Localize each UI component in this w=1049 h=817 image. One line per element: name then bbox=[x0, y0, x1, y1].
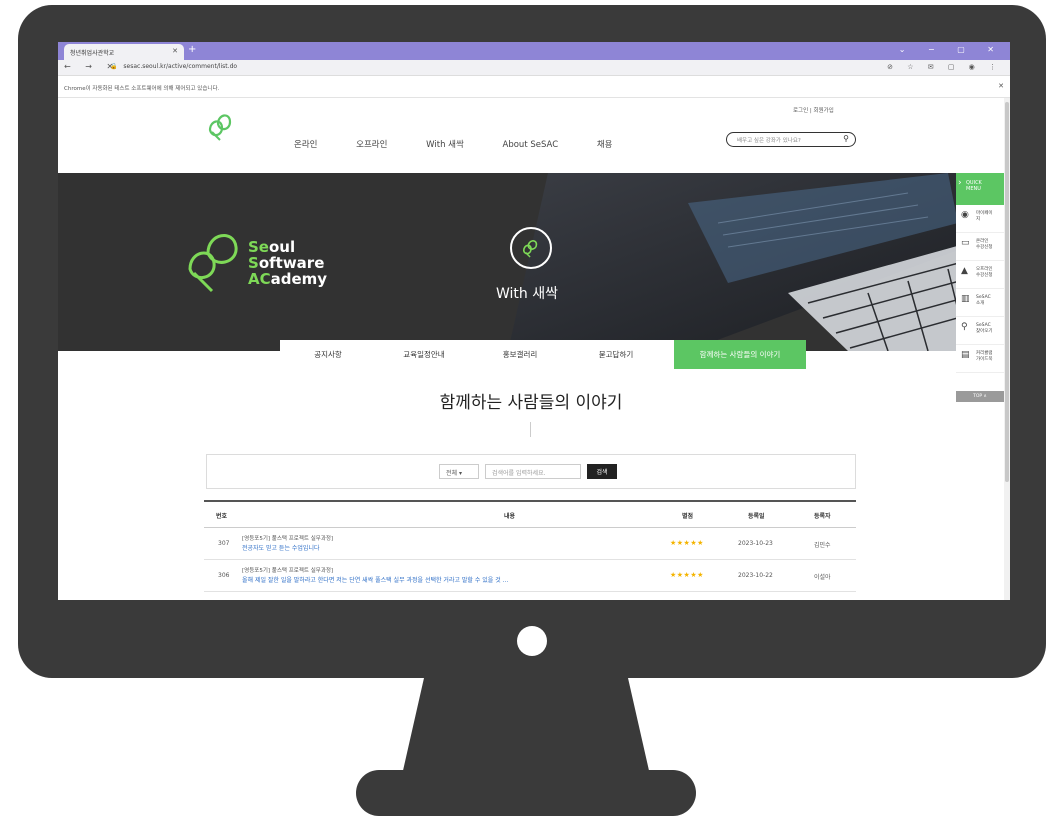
login-signup-links[interactable]: 로그인 | 회원가입 bbox=[793, 106, 834, 114]
search-button[interactable]: 검색 bbox=[587, 464, 617, 479]
lock-icon: 🔒 bbox=[110, 63, 118, 70]
col-number: 번호 bbox=[216, 513, 228, 520]
user-icon: ◉ bbox=[961, 210, 969, 220]
sub-navigation: 공지사항 교육일정안내 홍보갤러리 묻고답하기 함께하는 사람들의 이야기 bbox=[280, 340, 806, 369]
quick-offline-apply[interactable]: ▲ 오프라인 수강신청 bbox=[956, 261, 1004, 289]
search-icon[interactable]: ⚲ bbox=[843, 134, 849, 143]
subnav-notice[interactable]: 공지사항 bbox=[280, 340, 376, 369]
quick-sesac-intro[interactable]: ▥ SeSAC 소개 bbox=[956, 289, 1004, 317]
screen: 청년취업사관학교 ✕ + ⌄ − ▢ ✕ ← → ✕ 🔒 sesac.seoul… bbox=[58, 42, 1010, 600]
review-table: 번호 내용 별점 등록일 등록자 307 [영등포5기] 풀스택 프로젝트 실무… bbox=[204, 500, 856, 592]
scroll-top-button[interactable]: TOP ∧ bbox=[956, 391, 1004, 402]
browser-toolbar-icons[interactable]: ⊘ ☆ ✉ ▢ ◉ ⋮ bbox=[887, 63, 1002, 71]
page-scrollbar[interactable] bbox=[1004, 98, 1010, 600]
chevron-right-icon: › bbox=[958, 178, 962, 188]
nav-about-sesac[interactable]: About SeSAC bbox=[503, 140, 559, 150]
browser-tab[interactable]: 청년취업사관학교 ✕ bbox=[64, 44, 184, 60]
row-rating-stars: ★★★★★ bbox=[670, 539, 704, 547]
infobar-message: Chrome이 자동화된 테스트 소프트웨어에 의해 제어되고 있습니다. bbox=[64, 86, 220, 92]
url-text: sesac.seoul.kr/active/comment/list.do bbox=[123, 63, 238, 70]
row-number: 306 bbox=[218, 572, 230, 579]
book-icon: ▤ bbox=[961, 350, 970, 360]
subnav-stories[interactable]: 함께하는 사람들의 이야기 bbox=[674, 340, 806, 369]
close-tab-icon[interactable]: ✕ bbox=[172, 47, 178, 55]
brand-wordmark: Seoul Software ACademy bbox=[248, 238, 328, 288]
row-date: 2023-10-23 bbox=[738, 540, 773, 547]
site-search-input[interactable]: 배우고 싶은 강좌가 있나요? ⚲ bbox=[726, 132, 856, 147]
monitor-frame: 청년취업사관학교 ✕ + ⌄ − ▢ ✕ ← → ✕ 🔒 sesac.seoul… bbox=[0, 0, 1049, 817]
table-row[interactable]: 307 [영등포5기] 풀스택 프로젝트 실무과정] 전공자도 믿고 듣는 수업… bbox=[204, 528, 856, 560]
title-divider bbox=[530, 422, 531, 437]
quick-online-apply[interactable]: ▭ 온라인 수강신청 bbox=[956, 233, 1004, 261]
document-icon: ▥ bbox=[961, 294, 970, 304]
window-controls[interactable]: ⌄ − ▢ ✕ bbox=[899, 45, 1004, 54]
nav-jobs[interactable]: 채용 bbox=[597, 138, 613, 150]
sesac-logo[interactable] bbox=[204, 108, 236, 148]
building-icon: ▲ bbox=[961, 266, 968, 276]
nav-online[interactable]: 온라인 bbox=[294, 138, 317, 150]
site-header: 로그인 | 회원가입 온라인 오프라인 With 새싹 About SeSAC … bbox=[58, 98, 1004, 173]
row-author: 이설아 bbox=[814, 574, 831, 581]
power-button bbox=[517, 626, 547, 656]
table-row[interactable]: 306 [영등포5기] 풀스택 프로젝트 실무과정] 올해 제일 잘한 일을 말… bbox=[204, 560, 856, 592]
quick-sesac-location[interactable]: ⚲ SeSAC 찾아오기 bbox=[956, 317, 1004, 345]
hero-banner: Seoul Software ACademy With 새싹 bbox=[58, 173, 1004, 351]
col-rating: 별점 bbox=[682, 513, 694, 520]
monitor-icon: ▭ bbox=[961, 238, 970, 248]
url-field[interactable]: 🔒 sesac.seoul.kr/active/comment/list.do bbox=[110, 63, 237, 70]
row-content-link[interactable]: 전공자도 믿고 듣는 수업입니다 bbox=[242, 543, 319, 552]
row-rating-stars: ★★★★★ bbox=[670, 571, 704, 579]
automation-infobar: Chrome이 자동화된 테스트 소프트웨어에 의해 제어되고 있습니다. ✕ bbox=[58, 76, 1010, 98]
table-header: 번호 내용 별점 등록일 등록자 bbox=[204, 500, 856, 528]
keyword-input[interactable]: 검색어를 입력하세요. bbox=[485, 464, 581, 479]
tab-title: 청년취업사관학교 bbox=[70, 50, 115, 57]
seoul-software-academy-logo bbox=[188, 234, 238, 293]
nav-with-sesac[interactable]: With 새싹 bbox=[426, 138, 464, 150]
close-infobar-icon[interactable]: ✕ bbox=[998, 82, 1004, 90]
laptop-photo bbox=[488, 173, 1004, 351]
board-search-panel: 전체 ▾ 검색어를 입력하세요. 검색 bbox=[206, 454, 856, 489]
col-content: 내용 bbox=[504, 513, 516, 520]
tab-bar: 청년취업사관학교 ✕ + ⌄ − ▢ ✕ bbox=[58, 42, 1010, 60]
col-date: 등록일 bbox=[748, 513, 765, 520]
row-number: 307 bbox=[218, 540, 230, 547]
col-author: 등록자 bbox=[814, 513, 831, 520]
row-content-link[interactable]: 올해 제일 잘한 일을 말하라고 한다면 저는 단연 새싹 풀스택 실무 과정을… bbox=[242, 575, 508, 584]
sprout-emblem-icon bbox=[510, 227, 552, 269]
location-icon: ⚲ bbox=[961, 322, 968, 332]
row-category: [영등포5기] 풀스택 프로젝트 실무과정] bbox=[242, 536, 334, 542]
row-category: [영등포5기] 풀스택 프로젝트 실무과정] bbox=[242, 568, 334, 574]
main-navigation: 온라인 오프라인 With 새싹 About SeSAC 채용 bbox=[294, 138, 648, 150]
quick-mypage[interactable]: ◉ 마이페이 지 bbox=[956, 205, 1004, 233]
subnav-schedule[interactable]: 교육일정안내 bbox=[376, 340, 472, 369]
scrollbar-thumb[interactable] bbox=[1005, 102, 1009, 482]
page-title: 함께하는 사람들의 이야기 bbox=[439, 393, 623, 413]
hero-tagline: With 새싹 bbox=[496, 286, 558, 302]
web-page: 로그인 | 회원가입 온라인 오프라인 With 새싹 About SeSAC … bbox=[58, 98, 1004, 600]
subnav-gallery[interactable]: 홍보갤러리 bbox=[472, 340, 568, 369]
row-author: 김민수 bbox=[814, 542, 831, 549]
row-date: 2023-10-22 bbox=[738, 572, 773, 579]
subnav-qna[interactable]: 묻고답하기 bbox=[568, 340, 664, 369]
new-tab-icon[interactable]: + bbox=[188, 44, 196, 55]
address-bar: ← → ✕ 🔒 sesac.seoul.kr/active/comment/li… bbox=[58, 60, 1010, 76]
search-scope-select[interactable]: 전체 ▾ bbox=[439, 464, 479, 479]
quick-curriculum-guide[interactable]: ▤ 커리큘럼 가이드북 bbox=[956, 345, 1004, 373]
quick-menu-header[interactable]: › QUICK MENU bbox=[956, 173, 1004, 205]
quick-menu: › QUICK MENU ◉ 마이페이 지 ▭ 온라인 수강신청 ▲ 오프라인 bbox=[956, 173, 1004, 453]
nav-offline[interactable]: 오프라인 bbox=[356, 138, 387, 150]
